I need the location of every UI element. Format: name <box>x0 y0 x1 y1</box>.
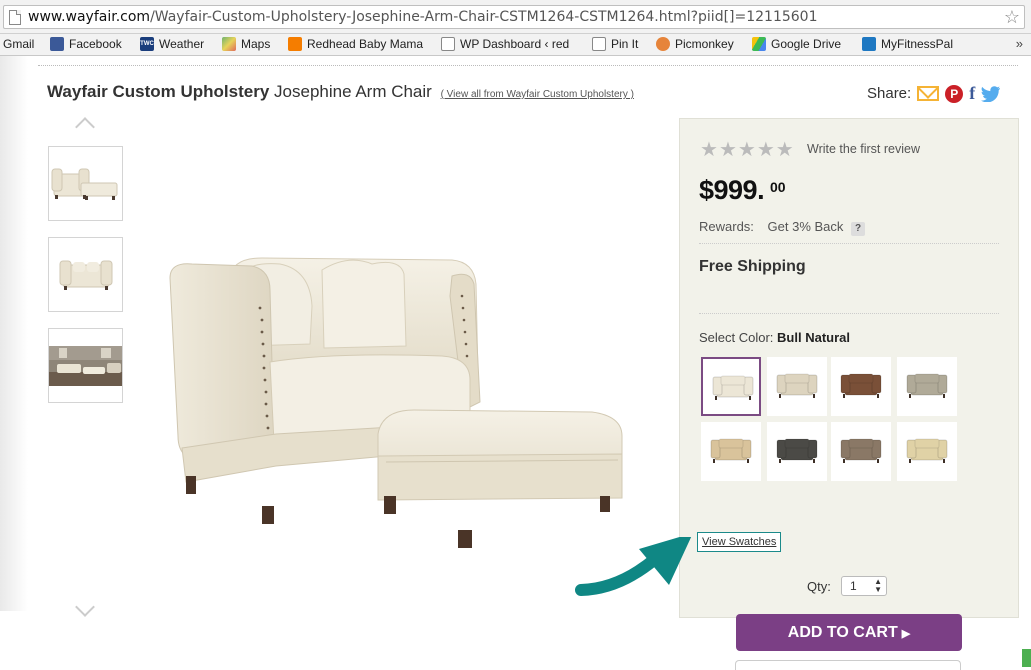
bookmark-picmonkey[interactable]: Picmonkey <box>656 37 734 51</box>
color-swatch[interactable] <box>701 357 761 416</box>
edge-indicator <box>1022 649 1031 667</box>
selected-color: Bull Natural <box>777 330 851 345</box>
free-shipping: Free Shipping <box>699 258 806 275</box>
price-cents: 00 <box>770 179 786 195</box>
thumbnails-down-arrow[interactable] <box>75 597 95 617</box>
bookmark-redhead-baby-mama[interactable]: Redhead Baby Mama <box>288 37 423 51</box>
color-swatch[interactable] <box>897 357 957 416</box>
star-icon: ★ <box>737 139 756 161</box>
color-swatch[interactable] <box>767 422 827 481</box>
bookmark-facebook[interactable]: Facebook <box>50 37 122 51</box>
color-swatch[interactable] <box>701 422 761 481</box>
product-page: Wayfair Custom Upholstery Josephine Arm … <box>0 56 1031 670</box>
thumbnail-2[interactable] <box>48 237 123 312</box>
share-label: Share: <box>867 85 912 102</box>
main-product-image <box>152 166 650 566</box>
stepper-icon: ▲ ▼ <box>874 577 882 594</box>
price: $999. <box>699 175 765 205</box>
rating-stars: ★ ★ ★ ★ ★ <box>700 140 795 160</box>
page-gutter <box>0 56 28 611</box>
view-all-link[interactable]: ( View all from Wayfair Custom Upholster… <box>441 89 634 100</box>
maps-icon <box>222 37 236 51</box>
rewards-value: Get 3% Back <box>767 219 844 234</box>
google-drive-icon <box>752 37 766 51</box>
divider <box>699 313 999 314</box>
thumbnails-up-arrow[interactable] <box>75 117 95 137</box>
page-icon <box>592 37 606 51</box>
bookmark-maps[interactable]: Maps <box>222 37 270 51</box>
twitter-icon[interactable] <box>981 85 1001 102</box>
bookmark-myfitnesspal[interactable]: MyFitnessPal <box>862 37 953 51</box>
color-swatch[interactable] <box>831 422 891 481</box>
facebook-icon <box>50 37 64 51</box>
color-swatch[interactable] <box>831 357 891 416</box>
purchase-panel: ★ ★ ★ ★ ★ Write the first review $999. 0… <box>679 118 1019 651</box>
bookmark-gmail[interactable]: Gmail <box>3 37 34 51</box>
bookmark-star-icon[interactable]: ☆ <box>1004 7 1020 28</box>
bookmarks-more-button[interactable]: » <box>1016 36 1023 51</box>
address-field[interactable]: www.wayfair.com/Wayfair-Custom-Upholster… <box>3 5 1025 29</box>
star-icon: ★ <box>756 139 775 161</box>
color-swatch[interactable] <box>897 422 957 481</box>
select-color-label: Select Color: Bull Natural <box>699 330 851 345</box>
rewards-label: Rewards: <box>699 219 754 234</box>
thumbnail-3[interactable] <box>48 328 123 403</box>
browser-url-bar: www.wayfair.com/Wayfair-Custom-Upholster… <box>0 0 1031 34</box>
color-swatch[interactable] <box>767 357 827 416</box>
facebook-share-icon[interactable]: f <box>969 83 975 104</box>
product-name: Josephine Arm Chair <box>274 82 432 101</box>
play-arrow-icon: ▶ <box>901 628 911 640</box>
myfitnesspal-icon <box>862 37 876 51</box>
write-review-link[interactable]: Write the first review <box>807 142 920 156</box>
picmonkey-icon <box>656 37 670 51</box>
star-icon: ★ <box>700 139 718 161</box>
product-brand: Wayfair Custom Upholstery <box>47 82 270 101</box>
pinterest-icon[interactable]: P <box>945 84 964 103</box>
page-icon <box>9 10 21 25</box>
thumbnail-1[interactable] <box>48 146 123 221</box>
product-title: Wayfair Custom Upholstery Josephine Arm … <box>47 82 634 102</box>
email-icon[interactable] <box>917 86 940 101</box>
bookmark-google-drive[interactable]: Google Drive <box>752 37 841 51</box>
share-bar: Share: P f <box>867 83 1001 104</box>
bookmark-pin-it[interactable]: Pin It <box>592 37 638 51</box>
secondary-button[interactable] <box>735 660 961 670</box>
blogger-icon <box>288 37 302 51</box>
rewards: Rewards: Get 3% Back ? <box>699 219 866 236</box>
help-icon[interactable]: ? <box>851 222 866 236</box>
view-swatches-link[interactable]: View Swatches <box>697 532 782 552</box>
url-text[interactable]: www.wayfair.com/Wayfair-Custom-Upholster… <box>28 9 818 25</box>
star-icon: ★ <box>718 139 737 161</box>
qty-select[interactable]: 1 ▲ ▼ <box>841 576 887 596</box>
weather-icon: TWC <box>140 37 154 51</box>
qty-label: Qty: <box>807 579 831 594</box>
bookmark-wp-dashboard[interactable]: WP Dashboard ‹ red <box>441 37 569 51</box>
bookmarks-bar: Gmail Facebook TWC Weather Maps Redhead B… <box>0 34 1031 56</box>
page-icon <box>441 37 455 51</box>
divider <box>699 243 999 244</box>
bookmark-weather[interactable]: TWC Weather <box>140 37 204 51</box>
star-icon: ★ <box>775 139 794 161</box>
annotation-arrow-icon <box>575 537 692 596</box>
divider <box>38 65 1018 66</box>
add-to-cart-button[interactable]: ADD TO CART ▶ <box>736 614 962 651</box>
